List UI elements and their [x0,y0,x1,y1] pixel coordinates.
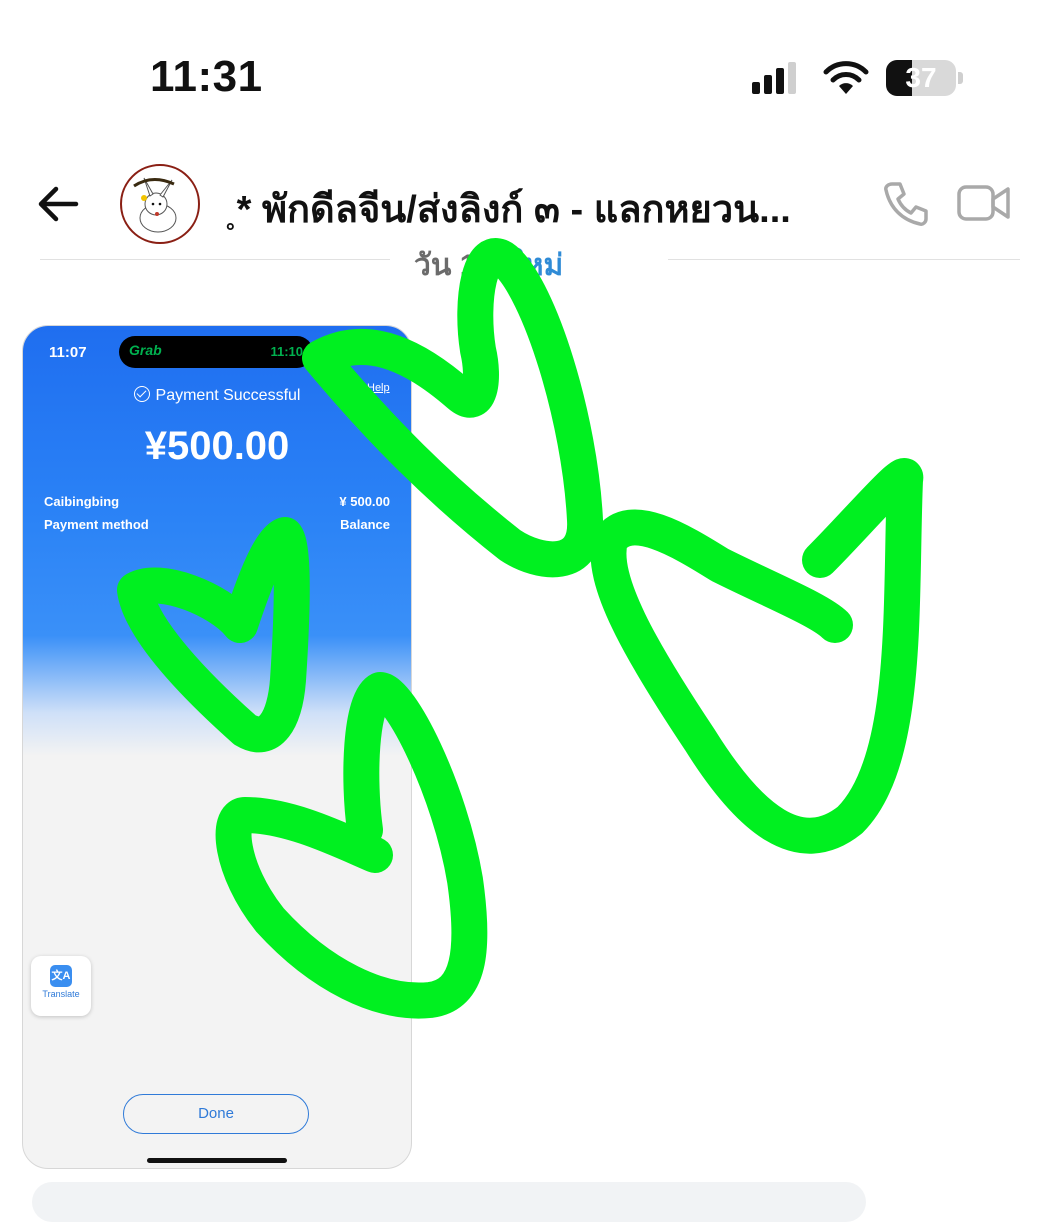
cellular-signal-icon [752,62,796,94]
new-badge: ใหม่ [509,249,564,282]
battery-level: 37 [905,62,937,93]
payment-status: Payment Successful [23,386,411,405]
battery-icon: 37 [886,60,964,98]
translate-label: Translate [42,989,80,999]
home-indicator [147,1158,287,1163]
check-circle-icon [133,386,150,402]
next-message-bubble[interactable] [32,1182,866,1222]
avatar[interactable] [120,164,200,244]
back-button[interactable] [34,180,82,228]
chat-title[interactable]: ˳* พักดีลจีน/ส่งลิงก์ ๓ - แลกหยวน... [224,178,844,239]
payee-value: ¥ 500.00 [339,494,390,509]
date-separator: วัน 17 ใหม่ [390,242,668,282]
payment-method-label: Payment method [44,517,149,532]
dynamic-island: Grab 11:10 [119,336,313,368]
status-time: 11:31 [150,52,263,101]
video-camera-icon[interactable] [956,180,1012,226]
shared-payment-screenshot[interactable]: 11:07 Grab 11:10 Help Payment Successful… [22,325,412,1169]
shot-status-time: 11:07 [49,344,87,361]
date-label: วัน 17 [414,249,494,282]
translate-button: 文A Translate [31,956,91,1016]
translate-icon: 文A [50,965,72,987]
wifi-icon [823,61,869,94]
payment-method-row: Payment method Balance [44,517,390,532]
rabbit-logo-icon [133,177,177,233]
done-button: Done [123,1094,309,1134]
payment-status-text: Payment Successful [155,387,301,404]
payment-method-value: Balance [340,517,390,532]
scribble-stroke-2 [590,458,924,854]
island-time: 11:10 [270,344,303,359]
phone-icon[interactable] [880,178,932,230]
payee-row: Caibingbing ¥ 500.00 [44,494,390,509]
payee-label: Caibingbing [44,494,120,509]
grab-label: Grab [129,342,162,358]
payment-amount: ¥500.00 [144,424,290,468]
